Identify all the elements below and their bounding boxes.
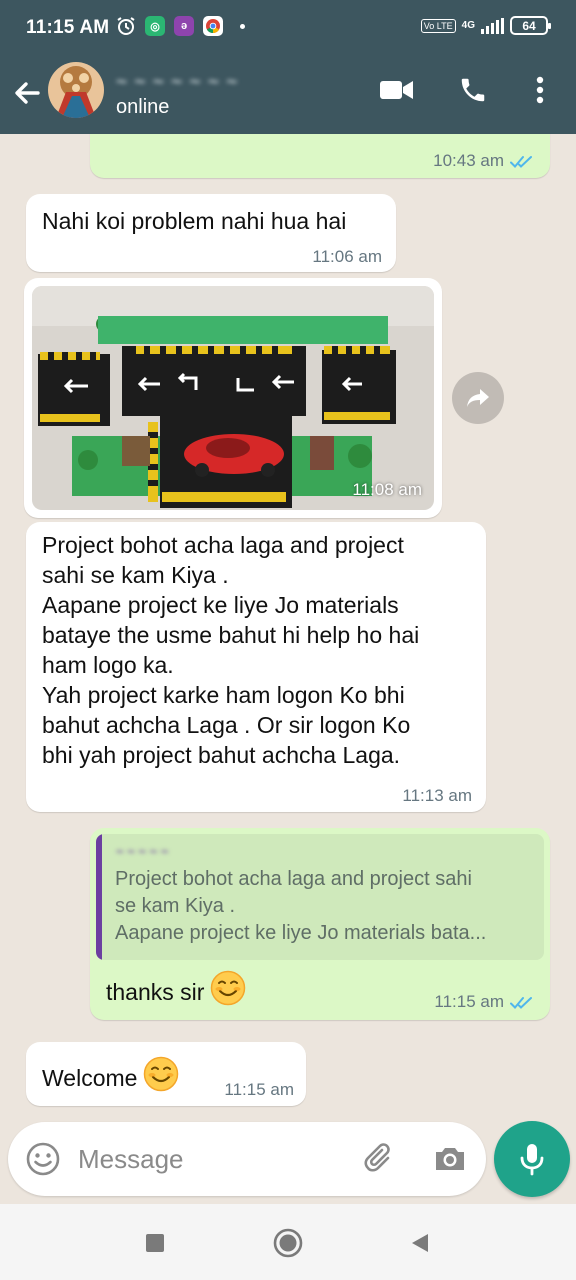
message-line: Yah project karke ham logon Ko bhi	[42, 682, 405, 708]
message-line: ham logo ka.	[42, 652, 174, 678]
message-input[interactable]	[78, 1138, 348, 1180]
app-notification-icon: ə	[174, 16, 194, 36]
nav-home-icon[interactable]	[271, 1226, 305, 1260]
message-line: Project bohot acha laga and project	[42, 532, 404, 558]
volte-badge: Vo LTE	[420, 18, 456, 33]
message-text: Project bohot acha laga and project sahi…	[42, 530, 419, 770]
message-line: sahi se kam Kiya .	[42, 562, 229, 588]
message-body: Welcome	[42, 1065, 138, 1091]
phone-icon[interactable]	[451, 72, 495, 108]
chat-area[interactable]: 10:43 am Nahi koi problem nahi hua hai 1…	[0, 134, 576, 1120]
nav-back-icon[interactable]	[402, 1226, 436, 1260]
message-line: bataye the usme bahut hi help ho hai	[42, 622, 420, 648]
video-call-icon[interactable]	[375, 72, 419, 108]
signal-icon	[481, 17, 504, 34]
message-incoming[interactable]: Nahi koi problem nahi hua hai 11:06 am	[26, 194, 396, 272]
message-time: 11:06 am	[312, 247, 382, 266]
attach-icon[interactable]	[360, 1139, 400, 1179]
quoted-message[interactable]: ~ ~ ~ ~ ~ Project bohot acha laga and pr…	[96, 834, 544, 960]
chat-header: ~ ~ ~ ~ ~ ~ ~ online	[0, 58, 576, 134]
alarm-icon	[117, 17, 135, 35]
battery-icon: 64	[510, 16, 551, 35]
emoji-icon[interactable]	[23, 1139, 63, 1179]
quote-line: se kam Kiya .	[115, 895, 236, 917]
avatar[interactable]	[48, 62, 104, 118]
quote-text: Project bohot acha laga and project sahi…	[115, 866, 535, 947]
more-notifications-dot	[240, 23, 245, 29]
message-incoming[interactable]: Project bohot acha laga and project sahi…	[26, 522, 486, 812]
read-receipt-icon	[510, 997, 532, 1009]
more-vert-icon[interactable]	[518, 72, 562, 108]
message-outgoing-reply[interactable]: ~ ~ ~ ~ ~ Project bohot acha laga and pr…	[90, 828, 550, 1020]
message-outgoing[interactable]: 10:43 am	[90, 134, 550, 178]
message-time: 11:08 am	[352, 480, 422, 499]
system-nav-bar	[0, 1204, 576, 1280]
message-incoming[interactable]: Welcome 11:15 am	[26, 1042, 306, 1106]
camera-icon[interactable]	[430, 1139, 470, 1179]
mic-button[interactable]	[494, 1121, 570, 1197]
presence-status: online	[116, 96, 170, 118]
battery-level: 64	[522, 18, 536, 33]
smiling-face-emoji-icon	[211, 970, 246, 1006]
quote-line: Project bohot acha laga and project sahi	[115, 868, 472, 890]
forward-icon[interactable]	[452, 372, 504, 424]
message-time: 11:15 am	[434, 992, 536, 1012]
nav-recents-icon[interactable]	[138, 1226, 172, 1260]
quote-accent-bar	[96, 834, 102, 960]
status-right: Vo LTE 4G 64	[420, 16, 551, 35]
read-receipt-icon	[510, 156, 532, 168]
project-photo	[32, 286, 434, 510]
status-time: 11:15 AM	[26, 17, 110, 38]
message-body: thanks sir	[106, 979, 205, 1005]
quote-author: ~ ~ ~ ~ ~	[116, 844, 169, 859]
message-time: 10:43 am	[433, 151, 536, 171]
notification-icons: ◎ ə	[116, 16, 245, 36]
network-type: 4G	[461, 19, 475, 31]
status-bar: 11:15 AM ◎ ə Vo LTE 4G 64	[0, 0, 576, 58]
back-arrow-icon[interactable]	[10, 76, 44, 110]
message-time: 11:15 am	[224, 1080, 294, 1099]
message-image[interactable]: 11:08 am	[24, 278, 442, 518]
contact-name[interactable]: ~ ~ ~ ~ ~ ~ ~	[116, 72, 336, 92]
message-line: Aapane project ke liye Jo materials	[42, 592, 399, 618]
message-line: bahut achcha Laga . Or sir logon Ko	[42, 712, 411, 738]
smiling-face-emoji-icon	[144, 1056, 179, 1092]
message-composer	[8, 1122, 486, 1196]
mic-icon	[520, 1144, 544, 1176]
message-line: bhi yah project bahut achcha Laga.	[42, 742, 401, 768]
quote-line: Aapane project ke liye Jo materials bata…	[115, 922, 487, 944]
photo-thumbnail[interactable]: 11:08 am	[32, 286, 434, 510]
message-text: thanks sir	[106, 970, 246, 1007]
chrome-icon	[203, 16, 223, 36]
message-text: Nahi koi problem nahi hua hai	[42, 208, 347, 234]
message-text: Welcome	[42, 1056, 179, 1093]
message-time: 11:13 am	[402, 786, 472, 805]
app-notification-icon: ◎	[145, 16, 165, 36]
